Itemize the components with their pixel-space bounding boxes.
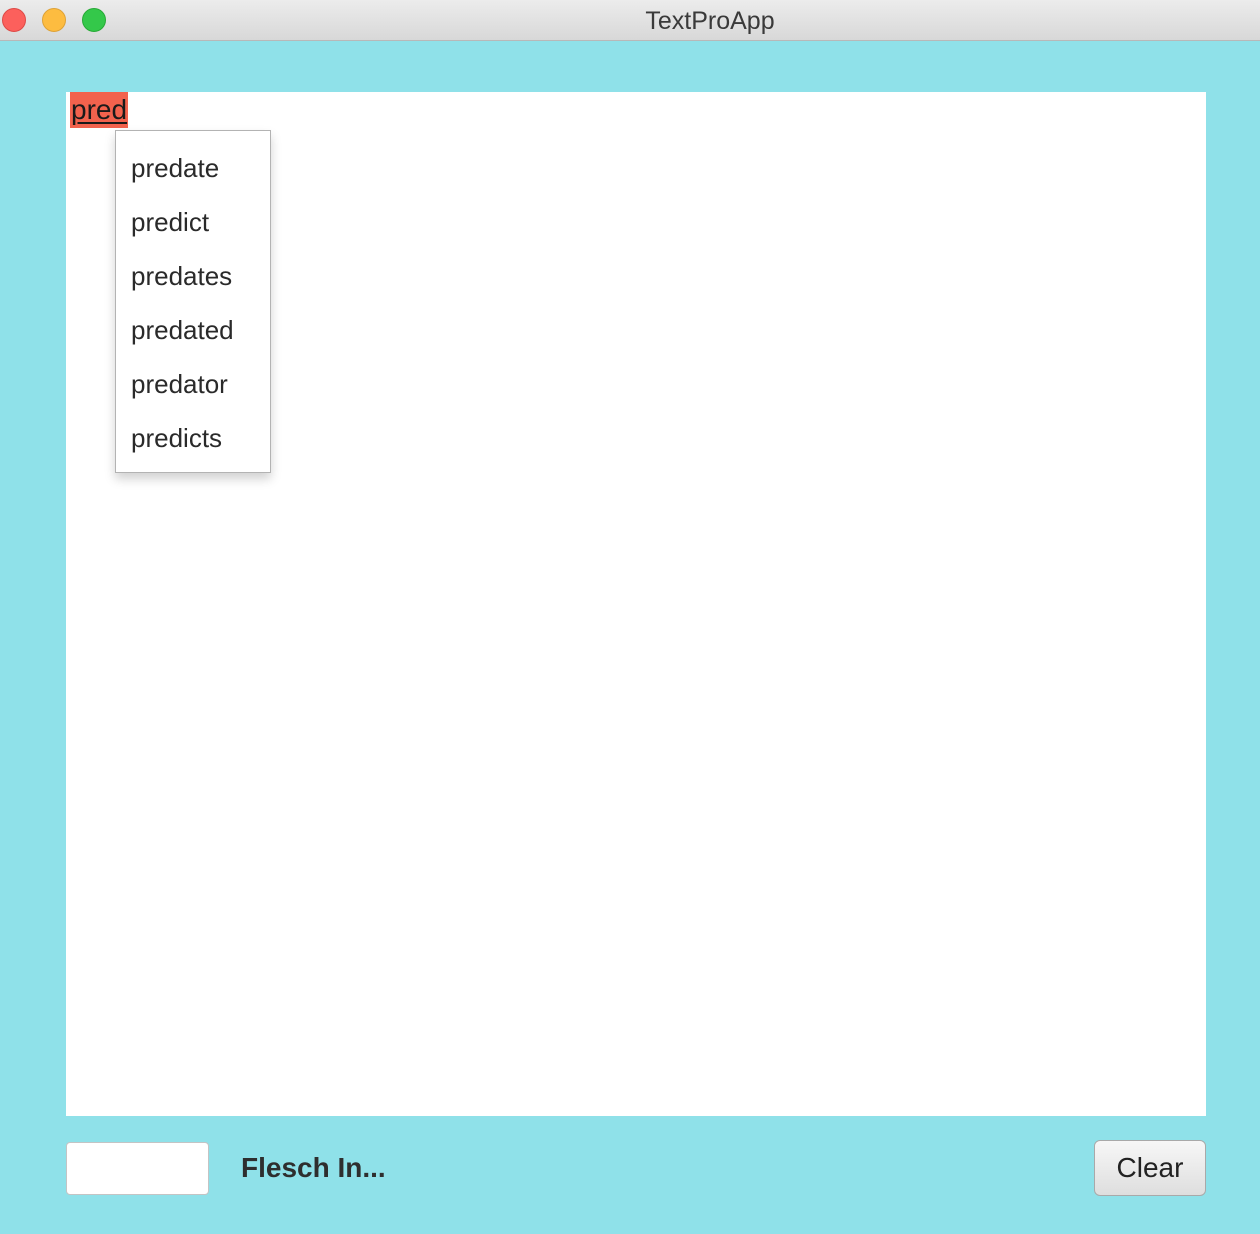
title-bar[interactable]: TextProApp (0, 0, 1260, 41)
text-editor-area[interactable]: pred predate predict predates predated p… (66, 92, 1206, 1116)
autocomplete-suggestion-list: predate predict predates predated predat… (115, 130, 271, 473)
suggestion-item[interactable]: predator (116, 357, 270, 411)
window-title: TextProApp (645, 7, 775, 35)
suggestion-item[interactable]: predict (116, 195, 270, 249)
suggestion-item[interactable]: predated (116, 303, 270, 357)
suggestion-item[interactable]: predates (116, 249, 270, 303)
clear-button[interactable]: Clear (1094, 1140, 1206, 1196)
flesch-score-field[interactable] (66, 1142, 209, 1195)
suggestion-item[interactable]: predicts (116, 411, 270, 465)
flesch-index-label: Flesch In... (241, 1152, 386, 1183)
misspelled-word-highlight[interactable]: pred (70, 92, 129, 128)
app-window: TextProApp pred predate predict predates… (0, 0, 1260, 1234)
suggestion-item[interactable]: predate (116, 141, 270, 195)
